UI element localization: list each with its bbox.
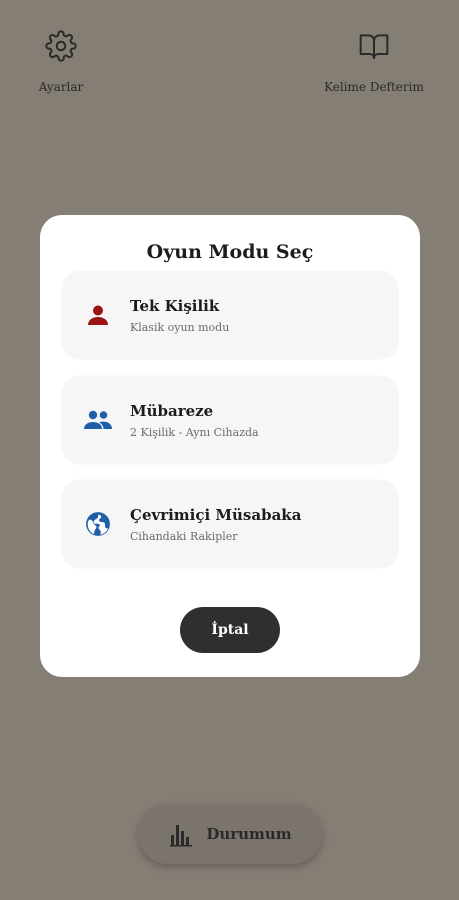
status-button[interactable]: Durumum: [138, 804, 322, 864]
notebook-label: Kelime Defterim: [324, 80, 424, 94]
group-icon: [84, 406, 112, 434]
mode-option-duel[interactable]: Mübareze 2 Kişilik - Aynı Cihazda: [62, 376, 398, 464]
bar-chart-icon: [168, 821, 194, 847]
mode-option-single[interactable]: Tek Kişilik Klasik oyun modu: [62, 271, 398, 359]
game-mode-dialog: Oyun Modu Seç Tek Kişilik Klasik oyun mo…: [40, 215, 420, 677]
settings-button[interactable]: Ayarlar: [26, 30, 96, 94]
gear-icon: [45, 30, 77, 66]
option-title: Mübareze: [130, 401, 214, 420]
option-subtitle: 2 Kişilik - Aynı Cihazda: [130, 425, 259, 439]
mode-option-online[interactable]: Çevrimiçi Müsabaka Cihandaki Rakipler: [62, 480, 398, 568]
dialog-title: Oyun Modu Seç: [146, 241, 314, 263]
option-subtitle: Klasik oyun modu: [130, 320, 230, 334]
status-label: Durumum: [206, 825, 292, 843]
globe-icon: [84, 510, 112, 538]
book-icon: [357, 30, 391, 66]
option-title: Çevrimiçi Müsabaka: [130, 505, 302, 524]
settings-label: Ayarlar: [38, 80, 84, 94]
cancel-button[interactable]: İptal: [180, 607, 280, 653]
option-subtitle: Cihandaki Rakipler: [130, 529, 238, 543]
notebook-button[interactable]: Kelime Defterim: [320, 30, 428, 94]
person-icon: [84, 301, 112, 329]
option-title: Tek Kişilik: [130, 296, 220, 315]
